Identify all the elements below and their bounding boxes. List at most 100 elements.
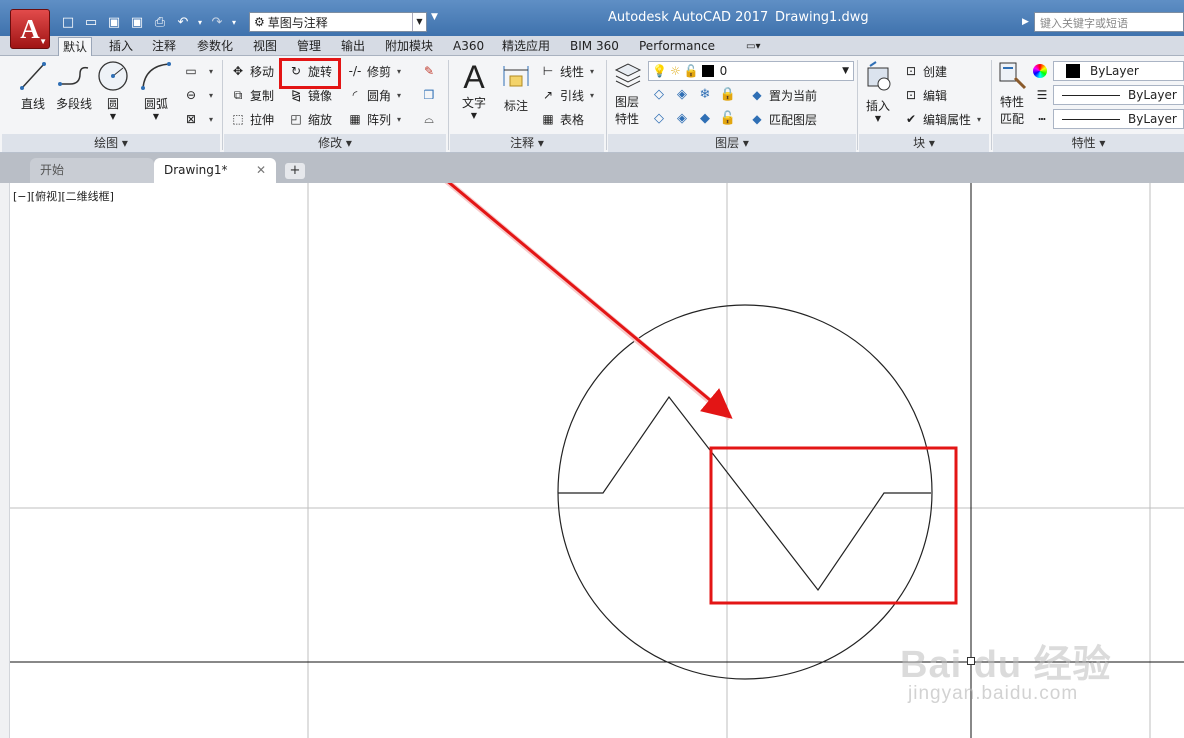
line-button[interactable]: 直线 xyxy=(16,60,50,112)
layer-select[interactable]: 💡 ☼ 🔓 0 ▼ xyxy=(648,61,854,81)
move-button[interactable]: ✥ 移动 xyxy=(229,61,274,81)
leader-button[interactable]: ↗ 引线 ▾ xyxy=(539,85,594,105)
redo-icon[interactable]: ↷ xyxy=(207,13,227,31)
drawing-canvas[interactable]: [−][俯视][二维线框] Bai du 经验 jingyan.baidu.co… xyxy=(0,183,1184,738)
leader-label: 引线 xyxy=(560,88,585,103)
layer-lock-icon[interactable]: 🔒 xyxy=(719,86,737,102)
mirror-label: 镜像 xyxy=(308,88,333,103)
color-swatch xyxy=(1066,64,1080,78)
hatch-button[interactable]: ⊖ ▾ xyxy=(182,85,213,105)
layer-off-icon[interactable]: ◇ xyxy=(650,86,668,102)
color-wheel-button[interactable] xyxy=(1033,61,1050,81)
rectangle-button[interactable]: ▭ ▾ xyxy=(182,61,213,81)
erase-button[interactable]: ✎ xyxy=(420,61,441,81)
modify-panel-footer[interactable]: 修改 ▾ xyxy=(224,134,446,152)
fillet-icon: ◜ xyxy=(352,88,358,102)
tab-performance[interactable]: Performance xyxy=(635,37,719,56)
arc-button[interactable]: 圆弧 ▼ xyxy=(136,60,176,121)
properties-panel-footer[interactable]: 特性 ▾ xyxy=(993,134,1184,152)
stretch-button[interactable]: ⬚ 拉伸 xyxy=(229,109,274,129)
polyline-button[interactable]: 多段线 xyxy=(54,60,94,112)
application-menu-button[interactable]: A ▼ xyxy=(10,9,50,49)
scale-button[interactable]: ◰ 缩放 xyxy=(287,109,332,129)
new-file-icon[interactable]: □ xyxy=(58,13,78,31)
ribbon-minimize-icon[interactable]: ▭▾ xyxy=(742,37,764,56)
set-current-layer-button[interactable]: ◆ 置为当前 xyxy=(748,85,817,105)
circle-shape[interactable] xyxy=(557,304,933,680)
plot-icon[interactable]: ⎙ xyxy=(150,13,170,31)
dimension-button[interactable]: 标注 xyxy=(498,60,534,114)
edit-attributes-button[interactable]: ✔ 编辑属性 ▾ xyxy=(902,109,981,129)
chevron-down-icon: ▾ xyxy=(977,114,982,124)
layer-properties-button[interactable]: 图层 特性 xyxy=(610,60,644,127)
undo-dropdown-icon[interactable]: ▾ xyxy=(196,13,204,31)
tab-default[interactable]: 默认 xyxy=(58,37,93,56)
search-expand-icon[interactable]: ▶ xyxy=(1022,12,1034,32)
start-tab[interactable]: 开始 xyxy=(30,158,154,183)
array-button[interactable]: ▦ 阵列 ▾ xyxy=(346,109,401,129)
document-title: Drawing1.dwg xyxy=(775,10,869,25)
boundary-button[interactable]: ⊠ ▾ xyxy=(182,109,213,129)
redo-dropdown-icon[interactable]: ▾ xyxy=(230,13,238,31)
layer-thaw-icon[interactable]: ◆ xyxy=(696,110,714,126)
layer-isolate-icon[interactable]: ◈ xyxy=(673,86,691,102)
quick-access-toolbar: □ ▭ ▣ ▣ ⎙ ↶ ▾ ↷ ▾ xyxy=(58,12,241,32)
tab-addins[interactable]: 附加模块 xyxy=(381,37,437,56)
edit-block-button[interactable]: ⊡ 编辑 xyxy=(902,85,947,105)
tab-insert[interactable]: 插入 xyxy=(105,37,137,56)
app-title: Autodesk AutoCAD 2017 xyxy=(608,10,769,25)
layer-tools-row-2: ◇ ◈ ◆ 🔓 xyxy=(650,110,737,126)
trim-icon: -/- xyxy=(348,64,362,78)
tab-bim360[interactable]: BIM 360 xyxy=(566,37,623,56)
insert-block-button[interactable]: 插入 ▼ xyxy=(860,60,896,123)
linear-dimension-button[interactable]: ⊢ 线性 ▾ xyxy=(539,61,594,81)
properties-panel-title: 特性 xyxy=(1071,136,1096,150)
layer-freeze-icon[interactable]: ❄ xyxy=(696,86,714,102)
tab-manage[interactable]: 管理 xyxy=(293,37,325,56)
close-tab-icon[interactable]: ✕ xyxy=(256,158,266,183)
linetype-button[interactable]: ┅ xyxy=(1033,109,1054,129)
lineweight-button[interactable]: ☰ xyxy=(1033,85,1054,105)
text-button[interactable]: A 文字 ▼ xyxy=(456,60,492,120)
linetype-select[interactable]: ByLayer xyxy=(1053,109,1184,129)
workspace-select[interactable]: ⚙ 草图与注释 ▼ xyxy=(249,12,427,32)
save-as-icon[interactable]: ▣ xyxy=(127,13,147,31)
lineweight-icon: ☰ xyxy=(1036,88,1048,102)
viewport-controls-label[interactable]: [−][俯视][二维线框] xyxy=(13,188,114,204)
layer-unisolate-icon[interactable]: ◈ xyxy=(673,110,691,126)
offset-button[interactable]: ⌓ xyxy=(420,109,441,129)
tab-featured-apps[interactable]: 精选应用 xyxy=(498,37,554,56)
tab-annotate[interactable]: 注释 xyxy=(148,37,180,56)
search-input[interactable]: 键入关键字或短语 xyxy=(1034,12,1184,32)
copy-button[interactable]: ⧉ 复制 xyxy=(229,85,274,105)
circle-button[interactable]: 圆 ▼ xyxy=(96,60,130,121)
layers-panel-footer[interactable]: 图层 ▾ xyxy=(608,134,856,152)
color-select[interactable]: ByLayer xyxy=(1053,61,1184,81)
save-icon[interactable]: ▣ xyxy=(104,13,124,31)
new-tab-button[interactable]: + xyxy=(285,163,305,179)
annotation-arrow xyxy=(447,183,733,419)
explode-button[interactable]: ❒ xyxy=(420,85,441,105)
undo-icon[interactable]: ↶ xyxy=(173,13,193,31)
create-block-button[interactable]: ⊡ 创建 xyxy=(902,61,947,81)
table-button[interactable]: ▦ 表格 xyxy=(539,109,584,129)
tab-parametric[interactable]: 参数化 xyxy=(193,37,237,56)
layer-unlock-icon[interactable]: 🔓 xyxy=(719,110,737,126)
block-panel-footer[interactable]: 块 ▾ xyxy=(859,134,989,152)
tab-output[interactable]: 输出 xyxy=(337,37,369,56)
annotation-panel-footer[interactable]: 注释 ▾ xyxy=(450,134,604,152)
lightbulb-icon: 💡 xyxy=(652,64,667,78)
fillet-button[interactable]: ◜ 圆角 ▾ xyxy=(346,85,401,105)
tab-view[interactable]: 视图 xyxy=(249,37,281,56)
trim-button[interactable]: -/- 修剪 ▾ xyxy=(346,61,401,81)
match-layer-button[interactable]: ◆ 匹配图层 xyxy=(748,109,817,129)
draw-panel-footer[interactable]: 绘图 ▾ xyxy=(2,134,220,152)
match-properties-button[interactable]: 特性 匹配 xyxy=(994,60,1030,127)
layer-on-icon[interactable]: ◇ xyxy=(650,110,668,126)
zigzag-polyline[interactable] xyxy=(558,395,931,592)
lineweight-select[interactable]: ByLayer xyxy=(1053,85,1184,105)
qat-customize-icon[interactable]: ▼ xyxy=(431,12,443,30)
tab-a360[interactable]: A360 xyxy=(449,37,488,56)
unlock-icon: 🔓 xyxy=(683,64,699,78)
open-file-icon[interactable]: ▭ xyxy=(81,13,101,31)
